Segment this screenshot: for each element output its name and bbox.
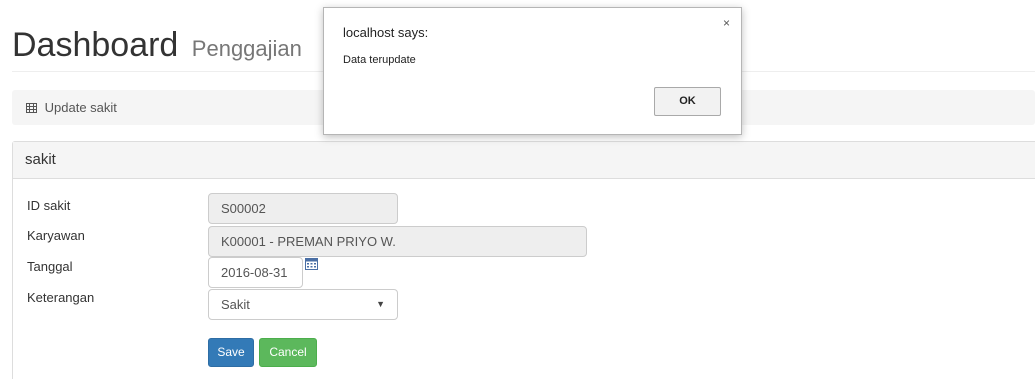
form-panel: sakit	[12, 141, 1035, 379]
dialog-title: localhost says:	[343, 25, 429, 40]
calendar-icon[interactable]	[305, 257, 318, 270]
keterangan-select[interactable]: Sakit ▼	[208, 289, 398, 320]
page-title-text: Dashboard	[12, 26, 179, 64]
cancel-button[interactable]: Cancel	[259, 338, 317, 367]
keterangan-selected-value: Sakit	[221, 297, 250, 312]
close-icon[interactable]: ×	[723, 16, 730, 30]
alert-dialog: × localhost says: Data terupdate OK	[323, 7, 742, 135]
id-sakit-field[interactable]: S00002	[208, 193, 398, 224]
table-icon	[26, 91, 37, 126]
save-button[interactable]: Save	[208, 338, 254, 367]
id-sakit-label: ID sakit	[27, 198, 71, 213]
breadcrumb-label: Update sakit	[44, 100, 117, 115]
tanggal-field[interactable]: 2016-08-31	[208, 257, 303, 288]
dialog-message: Data terupdate	[343, 54, 416, 66]
dropdown-arrow-icon: ▼	[376, 299, 385, 309]
ok-button[interactable]: OK	[654, 87, 721, 116]
keterangan-label: Keterangan	[27, 290, 95, 305]
page-subtitle: Penggajian	[191, 36, 302, 61]
panel-heading: sakit	[13, 142, 1035, 179]
karyawan-field[interactable]: K00001 - PREMAN PRIYO W.	[208, 226, 587, 257]
tanggal-label: Tanggal	[27, 259, 73, 274]
karyawan-label: Karyawan	[27, 228, 85, 243]
